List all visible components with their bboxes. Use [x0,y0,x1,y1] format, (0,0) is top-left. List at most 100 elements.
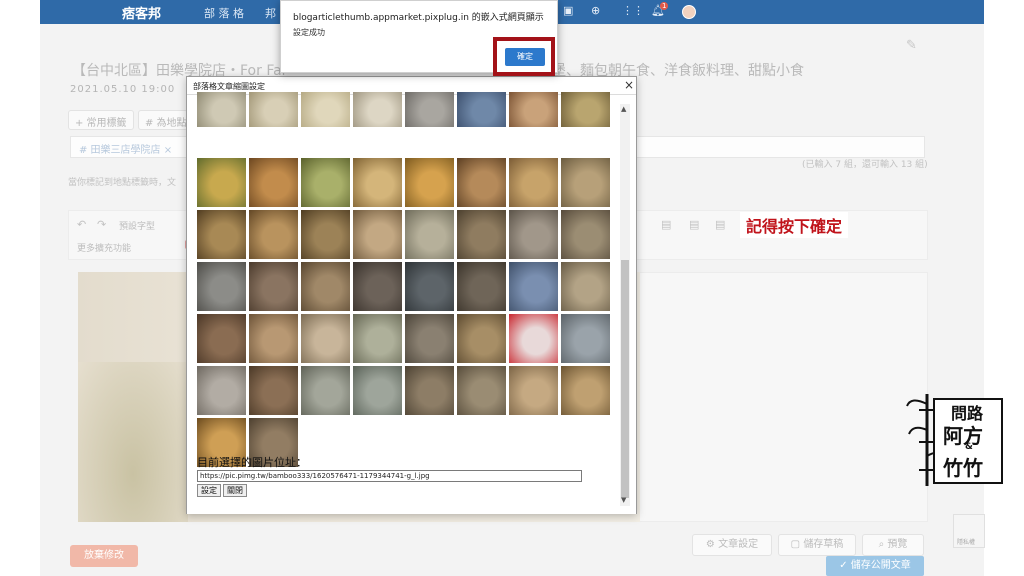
close-icon[interactable]: × [624,78,634,92]
thumbnail-image[interactable] [405,158,454,207]
thumbnail-image[interactable] [197,210,246,259]
recaptcha-label: 隱私權 [957,539,976,546]
thumbnail-image[interactable] [457,158,506,207]
thumbnail-image[interactable] [509,92,558,127]
thumbnail-image[interactable] [353,366,402,415]
post-settings-label: 文章設定 [718,539,759,550]
alert-message: blogarticlethumb.appmarket.pixplug.in 的嵌… [293,13,544,23]
thumbnail-image[interactable] [457,262,506,311]
thumbnail-image[interactable] [561,366,610,415]
thumbnail-image[interactable] [197,314,246,363]
preview-button[interactable]: ⌕ 預覽 [862,534,924,556]
annotation-note: 記得按下確定 [740,212,849,238]
alert-sub-message: 設定成功 [293,28,325,37]
thumbnail-image[interactable] [249,262,298,311]
more-plugins-button[interactable]: 更多擴充功能 [77,241,131,254]
thumbnail-image[interactable] [197,262,246,311]
paste-text-icon[interactable]: ▤ [715,218,725,231]
publish-label: 儲存公開文章 [850,560,911,571]
thumbnail-image[interactable] [509,158,558,207]
scroll-up-icon[interactable]: ▲ [621,105,626,113]
watermark-line2: 阿方 [943,424,983,448]
nav-blog-link[interactable]: 部 落 格 [204,5,244,21]
thumbnail-image[interactable] [405,262,454,311]
thumbnail-image[interactable] [249,314,298,363]
site-logo[interactable]: 痞客邦 [122,3,161,22]
thumbnail-image[interactable] [249,92,298,127]
thumbnail-image[interactable] [457,314,506,363]
thumbnail-image[interactable] [561,92,610,127]
publish-button[interactable]: ✓ 儲存公開文章 [826,556,924,576]
thumbnail-image[interactable] [457,366,506,415]
dialog-scrollbar[interactable]: ▲ ▼ [620,104,630,506]
recaptcha-badge[interactable]: 隱私權 [953,514,985,548]
thumbnail-image[interactable] [301,314,350,363]
thumbnail-image[interactable] [353,210,402,259]
editor-content-area[interactable] [640,272,928,522]
thumbnail-image[interactable] [405,314,454,363]
redo-icon[interactable]: ↷ [97,218,106,231]
save-draft-button[interactable]: ▢ 儲存草稿 [778,534,856,556]
preview-label: 預覽 [887,539,908,550]
thumbnail-image[interactable] [249,366,298,415]
thumbnail-image[interactable] [301,92,350,127]
thumbnail-image[interactable] [249,210,298,259]
location-tag-button[interactable]: # 為地點 [138,110,188,130]
thumbnail-image[interactable] [561,158,610,207]
font-select[interactable]: 預設字型 [119,219,155,232]
tag-hint: 當你標記到地點標籤時，文 [68,178,177,188]
post-settings-button[interactable]: ⚙ 文章設定 [692,534,772,556]
watermark-amp: & [965,442,973,452]
plant-image [78,362,188,522]
thumbnail-dialog: 部落格文章縮圖設定 × ▲ ▼ 目前選擇的圖片位址： 設定 關閉 [186,76,637,514]
scrollbar-thumb[interactable] [621,260,629,498]
thumbnail-image[interactable] [301,158,350,207]
pencil-icon[interactable]: ✎ [906,38,917,53]
thumbnail-image[interactable] [301,210,350,259]
add-icon[interactable]: ▣ [563,4,573,17]
thumbnail-image[interactable] [353,314,402,363]
dialog-title: 部落格文章縮圖設定 [193,82,265,91]
dialog-body: ▲ ▼ 目前選擇的圖片位址： 設定 關閉 [187,92,636,514]
search-icon[interactable]: ⊕ [591,4,600,17]
thumbnail-image[interactable] [405,210,454,259]
tag-chip[interactable]: # 田樂三店學院店 × [79,141,172,156]
thumbnail-image[interactable] [405,366,454,415]
thumbnail-image[interactable] [353,158,402,207]
thumbnail-image[interactable] [509,314,558,363]
apps-grid-icon[interactable]: ⋮⋮ [622,4,644,17]
thumbnail-image[interactable] [353,262,402,311]
thumbnail-image[interactable] [197,158,246,207]
scroll-down-icon[interactable]: ▼ [621,496,626,504]
thumbnail-image[interactable] [353,92,402,127]
screenshot: 痞客邦 部 落 格 邦 ▣ ⊕ ⋮⋮ 🔔︎ 1 【台中北區】田樂學院店・For … [0,0,1024,576]
image-url-field[interactable] [197,470,582,482]
copy-icon[interactable]: ▤ [661,218,671,231]
common-tags-button[interactable]: + 常用標籤 [68,110,134,130]
nav-bang-link[interactable]: 邦 [265,5,276,21]
set-button[interactable]: 設定 [197,484,221,497]
ok-button-highlight [493,37,555,76]
watermark-box: 問路 阿方 & 竹竹 [933,398,1003,484]
thumbnail-image[interactable] [561,314,610,363]
paste-icon[interactable]: ▤ [689,218,699,231]
close-button[interactable]: 關閉 [223,484,247,497]
thumbnail-image[interactable] [457,92,506,127]
thumbnail-image[interactable] [197,366,246,415]
thumbnail-image[interactable] [509,210,558,259]
thumbnail-image[interactable] [197,92,246,127]
thumbnail-image[interactable] [249,158,298,207]
thumbnail-image[interactable] [561,210,610,259]
discard-button[interactable]: 放棄修改 [70,545,138,567]
thumbnail-image[interactable] [509,366,558,415]
thumbnail-image[interactable] [405,92,454,127]
post-date[interactable]: 2021.05.10 19:00 [70,84,175,95]
avatar[interactable] [682,5,696,19]
thumbnail-image[interactable] [457,210,506,259]
watermark-logo: 問路 阿方 & 竹竹 [905,390,1005,490]
undo-icon[interactable]: ↶ [77,218,86,231]
thumbnail-image[interactable] [301,262,350,311]
thumbnail-image[interactable] [561,262,610,311]
thumbnail-image[interactable] [301,366,350,415]
thumbnail-image[interactable] [509,262,558,311]
